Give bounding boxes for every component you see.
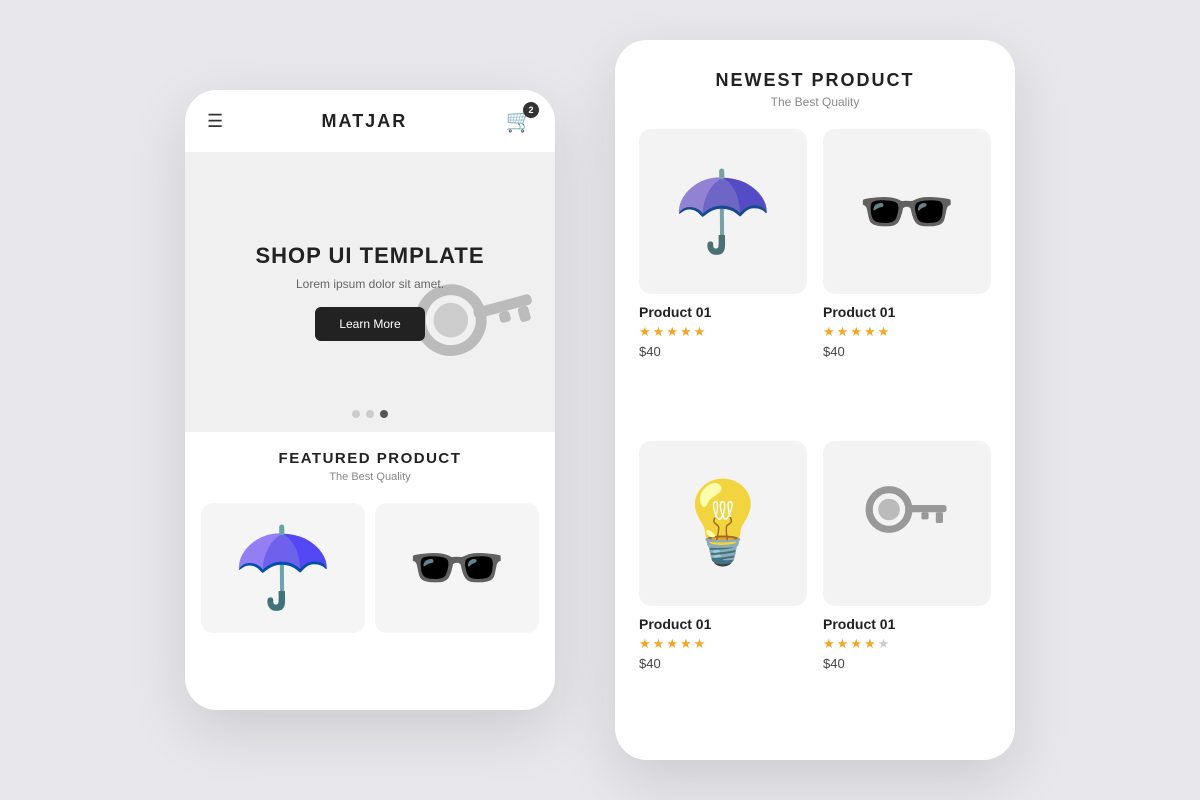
star-1: ★	[823, 636, 835, 652]
dot-3	[380, 410, 388, 418]
featured-title: FEATURED PRODUCT	[201, 450, 539, 467]
product-card-2[interactable]: 🕶️ Product 01 ★ ★ ★ ★ ★ $40	[823, 129, 991, 425]
star-5: ★	[878, 324, 890, 340]
star-2: ★	[653, 324, 665, 340]
product-3-name: Product 01	[639, 616, 807, 632]
featured-subtitle: The Best Quality	[201, 471, 539, 483]
star-4: ★	[680, 324, 692, 340]
product-1-price: $40	[639, 344, 807, 359]
product-3-image: 💡	[673, 476, 773, 570]
product-3-image-box: 💡	[639, 441, 807, 606]
hero-banner: SHOP UI TEMPLATE Lorem ipsum dolor sit a…	[185, 152, 555, 432]
cart-wrapper[interactable]: 🛒 2	[506, 108, 533, 134]
right-panel: NEWEST PRODUCT The Best Quality ☂️ Produ…	[615, 40, 1015, 760]
featured-product-2[interactable]: 🕶️	[375, 503, 539, 633]
phone-header: ☰ MATJAR 🛒 2	[185, 90, 555, 152]
hero-subtitle: Lorem ipsum dolor sit amet.	[296, 277, 444, 291]
sunglasses-img: 🕶️	[407, 528, 507, 608]
product-2-price: $40	[823, 344, 991, 359]
star-1: ★	[823, 324, 835, 340]
star-4: ★	[680, 636, 692, 652]
product-3-price: $40	[639, 656, 807, 671]
product-1-image-box: ☂️	[639, 129, 807, 294]
star-4: ★	[864, 636, 876, 652]
featured-section: FEATURED PRODUCT The Best Quality	[185, 432, 555, 493]
product-4-stars: ★ ★ ★ ★ ★	[823, 636, 991, 652]
star-3: ★	[666, 324, 678, 340]
product-4-image-box	[823, 441, 991, 606]
star-5: ★	[694, 324, 706, 340]
hero-dots	[352, 410, 388, 418]
featured-product-1[interactable]: ☂️	[201, 503, 365, 633]
star-5: ★	[694, 636, 706, 652]
product-3-stars: ★ ★ ★ ★ ★	[639, 636, 807, 652]
star-2: ★	[837, 324, 849, 340]
panel-subtitle: The Best Quality	[639, 95, 991, 109]
star-3: ★	[666, 636, 678, 652]
learn-more-button[interactable]: Learn More	[315, 307, 424, 341]
star-2: ★	[653, 636, 665, 652]
product-card-3[interactable]: 💡 Product 01 ★ ★ ★ ★ ★ $40	[639, 441, 807, 737]
cart-badge: 2	[523, 102, 539, 118]
left-phone: ☰ MATJAR 🛒 2 SHOP UI TEMPLATE Lorem ipsu…	[185, 90, 555, 710]
products-grid: ☂️ Product 01 ★ ★ ★ ★ ★ $40 🕶️ Product 0…	[639, 129, 991, 736]
umbrella-img: ☂️	[233, 528, 333, 608]
featured-product-row: ☂️ 🕶️	[185, 493, 555, 633]
product-1-name: Product 01	[639, 304, 807, 320]
star-3: ★	[850, 636, 862, 652]
menu-icon[interactable]: ☰	[207, 111, 223, 132]
star-1: ★	[639, 324, 651, 340]
product-card-4[interactable]: Product 01 ★ ★ ★ ★ ★ $40	[823, 441, 991, 737]
panel-header: NEWEST PRODUCT The Best Quality	[639, 70, 991, 109]
star-3: ★	[850, 324, 862, 340]
product-4-name: Product 01	[823, 616, 991, 632]
dot-2	[366, 410, 374, 418]
dot-1	[352, 410, 360, 418]
product-2-stars: ★ ★ ★ ★ ★	[823, 324, 991, 340]
product-2-image: 🕶️	[857, 165, 957, 259]
product-1-image: ☂️	[673, 165, 773, 259]
product-card-1[interactable]: ☂️ Product 01 ★ ★ ★ ★ ★ $40	[639, 129, 807, 425]
panel-title: NEWEST PRODUCT	[639, 70, 991, 91]
logo: MATJAR	[322, 111, 408, 132]
product-2-name: Product 01	[823, 304, 991, 320]
product-4-price: $40	[823, 656, 991, 671]
product-1-stars: ★ ★ ★ ★ ★	[639, 324, 807, 340]
star-5-empty: ★	[878, 636, 890, 652]
product-4-key-svg	[862, 478, 952, 568]
star-1: ★	[639, 636, 651, 652]
star-4: ★	[864, 324, 876, 340]
star-2: ★	[837, 636, 849, 652]
hero-title: SHOP UI TEMPLATE	[255, 243, 484, 269]
product-2-image-box: 🕶️	[823, 129, 991, 294]
